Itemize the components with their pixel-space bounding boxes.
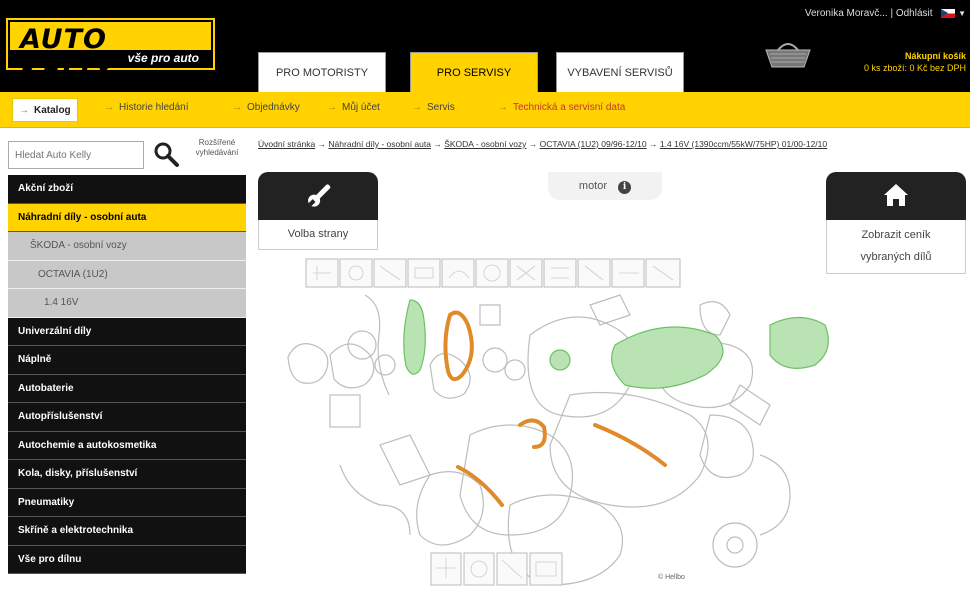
sidebar-item-naplne[interactable]: Nápl­ně	[8, 346, 246, 375]
sub-navigation: → Katalog → Historie hledání → Objednávky →…	[0, 92, 970, 128]
subnav-technicka-data[interactable]: → Technická a servisní data	[498, 102, 625, 113]
auto-kelly-logo[interactable]: AUTO KELLY vše pro auto	[6, 18, 215, 86]
tab-pro-servisy[interactable]: PRO SERVISY	[410, 52, 538, 92]
cart-label: Nákupní košík	[904, 51, 966, 61]
logo-tagline: vše pro auto	[10, 50, 211, 66]
subnav-historie[interactable]: → Historie hledání	[104, 102, 188, 113]
logout-link[interactable]: Odhlásit	[896, 8, 933, 19]
sidebar-item-autobaterie[interactable]: Autobaterie	[8, 374, 246, 403]
tab-pro-motoristy[interactable]: PRO MOTORISTY	[258, 52, 386, 92]
arrow-right-icon: →	[498, 102, 508, 113]
search-input[interactable]	[8, 141, 144, 169]
motor-label: motor	[578, 180, 608, 192]
arrow-right-icon: →	[104, 102, 114, 113]
user-area: Veronika Moravč... | Odhlásit ▼	[804, 8, 966, 19]
breadcrumb-item[interactable]: Náhradní díly - osobní auta	[328, 139, 431, 149]
arrow-right-icon: →	[19, 105, 29, 116]
breadcrumb-item[interactable]: 1.4 16V (1390ccm/55kW/75HP) 01/00-12/10	[660, 139, 827, 149]
diagram-thumbnails-bottom[interactable]	[430, 552, 564, 586]
pricelist-line1: Zobrazit ceník	[861, 229, 931, 241]
sidebar-item-pneumatiky[interactable]: Pneumatiky	[8, 488, 246, 517]
breadcrumb-item[interactable]: ŠKODA - osobní vozy	[444, 139, 526, 149]
sidebar-item-vse-pro-dilnu[interactable]: Vše pro dílnu	[8, 545, 246, 574]
breadcrumb-item[interactable]: Úvodní stránka	[258, 139, 315, 149]
advanced-search-link[interactable]: Rozšířené vyhledávání	[188, 138, 246, 158]
copyright-text: © Hellbo	[658, 574, 685, 581]
sidebar-item-skoda[interactable]: ŠKODA - osobní vozy	[8, 232, 246, 261]
subnav-muj-ucet[interactable]: → Můj účet	[327, 102, 380, 113]
sidebar-item-octavia[interactable]: OCTAVIA (1U2)	[8, 260, 246, 289]
subnav-servis[interactable]: → Servis	[412, 102, 455, 113]
sidebar-item-kola-disky[interactable]: Kola, disky, příslušenství	[8, 460, 246, 489]
subnav-katalog[interactable]: → Katalog	[12, 98, 78, 122]
sidebar-item-engine[interactable]: 1.4 16V	[8, 289, 246, 318]
arrow-right-icon: →	[412, 102, 422, 113]
breadcrumb-item[interactable]: OCTAVIA (1U2) 09/96-12/10	[540, 139, 647, 149]
sidebar-item-autochemie[interactable]: Autochemie a autokosmetika	[8, 431, 246, 460]
wrench-icon	[308, 184, 331, 207]
cart-value: 0 ks zboží: 0 Kč bez DPH	[863, 63, 966, 73]
shopping-basket-icon[interactable]	[762, 40, 814, 70]
motor-tab[interactable]: motor i	[548, 172, 662, 200]
home-tab[interactable]	[826, 172, 966, 220]
header: AUTO KELLY vše pro auto PRO MOTORISTY PR…	[0, 0, 970, 92]
category-sidebar: Akční zboží Náhradní díly - osobní auta …	[8, 175, 246, 574]
arrow-right-icon: →	[327, 102, 337, 113]
cart-summary[interactable]: Nákupní košík 0 ks zboží: 0 Kč bez DPH	[864, 50, 966, 74]
show-pricelist-button[interactable]: Zobrazit ceník vybraných dílů	[826, 220, 966, 274]
info-icon[interactable]: i	[618, 181, 632, 194]
tab-vybaveni-servisu[interactable]: VYBAVENÍ SERVISŮ	[556, 52, 684, 92]
chevron-down-icon[interactable]: ▼	[958, 9, 966, 18]
pricelist-line2: vybraných dílů	[860, 251, 932, 263]
czech-flag-icon[interactable]	[941, 8, 956, 18]
breadcrumb: Úvodní stránka → Náhradní díly - osobní …	[258, 139, 828, 149]
sidebar-item-autoprislusenstvi[interactable]: Autopříslušenství	[8, 403, 246, 432]
home-icon	[884, 184, 908, 206]
sidebar-item-univerzalni-dily[interactable]: Univerzální díly	[8, 317, 246, 346]
tools-tab[interactable]	[258, 172, 378, 220]
sidebar-item-akcni-zbozi[interactable]: Akční zboží	[8, 175, 246, 204]
search-icon[interactable]	[152, 140, 180, 168]
subnav-objednavky[interactable]: → Objednávky	[232, 102, 300, 113]
engine-exploded-diagram[interactable]	[270, 245, 840, 595]
sidebar-item-nahradni-dily[interactable]: Náhradní díly - osobní auta	[8, 203, 246, 232]
user-name-link[interactable]: Veronika Moravč...	[805, 8, 888, 19]
sidebar-item-skrine[interactable]: Skříně a elektrotechnika	[8, 517, 246, 546]
arrow-right-icon: →	[232, 102, 242, 113]
